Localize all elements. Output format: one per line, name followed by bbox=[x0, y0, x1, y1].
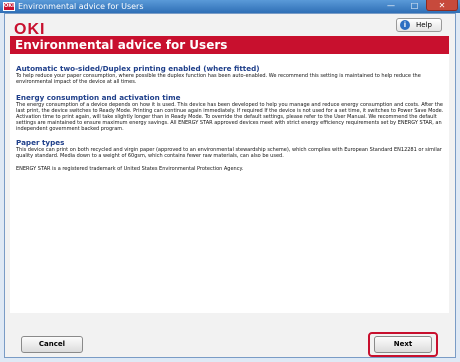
info-icon: i bbox=[400, 20, 410, 30]
maximize-button[interactable]: □ bbox=[403, 0, 426, 11]
duplex-section-body: To help reduce your paper consumption, w… bbox=[16, 73, 421, 85]
close-button[interactable]: ✕ bbox=[426, 0, 458, 11]
minimize-button[interactable]: — bbox=[379, 0, 403, 11]
help-button[interactable]: i Help bbox=[396, 18, 442, 32]
advice-content-panel: Automatic two-sided/Duplex printing enab… bbox=[10, 54, 449, 313]
next-button[interactable]: Next bbox=[374, 336, 432, 353]
page-title: Environmental advice for Users bbox=[15, 38, 228, 52]
window-title: Environmental advice for Users bbox=[18, 2, 144, 11]
trademark-notice: ENERGY STAR is a registered trademark of… bbox=[16, 166, 244, 172]
duplex-section-title: Automatic two-sided/Duplex printing enab… bbox=[16, 64, 260, 73]
window-title-bar[interactable]: OKI Environmental advice for Users — □ ✕ bbox=[0, 0, 460, 13]
help-label: Help bbox=[416, 21, 432, 29]
paper-section-body: This device can print on both recycled a… bbox=[16, 147, 442, 159]
energy-section-title: Energy consumption and activation time bbox=[16, 93, 181, 102]
page-title-banner: Environmental advice for Users bbox=[10, 36, 449, 54]
cancel-button[interactable]: Cancel bbox=[21, 336, 83, 353]
energy-section-body: The energy consumption of a device depen… bbox=[16, 102, 444, 132]
next-button-highlight: Next bbox=[368, 332, 438, 357]
oki-app-icon: OKI bbox=[3, 2, 15, 11]
paper-section-title: Paper types bbox=[16, 138, 65, 147]
dialog-footer: Cancel Next bbox=[10, 313, 449, 357]
